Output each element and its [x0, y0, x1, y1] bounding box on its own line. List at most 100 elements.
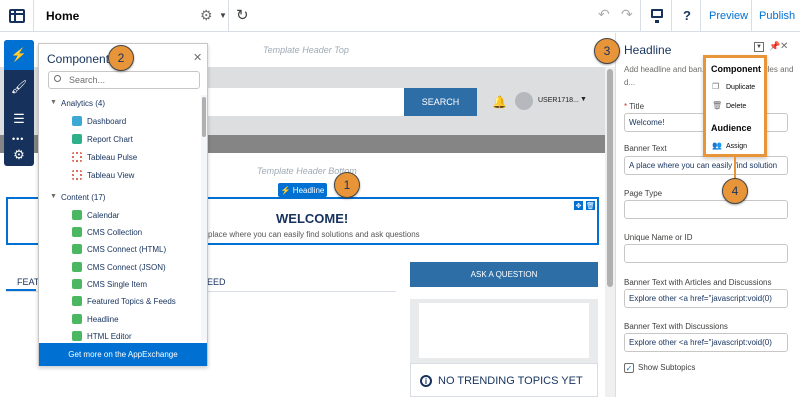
list-item-label: HTML Editor [87, 332, 132, 341]
trash-icon[interactable]: 🗑 [586, 201, 595, 210]
people-icon: 👥 [712, 141, 722, 150]
help-icon[interactable]: ? [683, 8, 691, 23]
components-panel: Components ✕ Search... ▼ Analytics (4) D… [38, 43, 208, 366]
callout-connector [734, 157, 736, 179]
tableau-icon [72, 152, 82, 162]
welcome-title: WELCOME! [276, 211, 349, 226]
cms-single-item-icon [72, 279, 82, 289]
avatar[interactable] [515, 92, 533, 110]
menu-item-assign[interactable]: 👥 Assign [706, 140, 764, 154]
chevron-down-icon[interactable]: ▼ [219, 11, 227, 20]
trash-icon: 🗑 [712, 101, 723, 110]
banner-text-discussions-field[interactable]: Explore other <a href="javascript:void(0… [624, 333, 788, 352]
chevron-down-icon[interactable]: ▼ [754, 42, 764, 52]
list-item-label: Headline [87, 315, 119, 324]
components-list: ▼ Analytics (4) Dashboard Report Chart T… [39, 95, 199, 342]
list-item-label: Dashboard [87, 117, 127, 126]
search-icon [54, 75, 61, 82]
chevron-down-icon: ▼ [50, 99, 57, 106]
list-item[interactable]: Report Chart [39, 132, 199, 148]
theme-brush-icon[interactable]: 🖌 [4, 72, 34, 102]
field-label: Banner Text with Discussions [624, 322, 728, 331]
components-search-input[interactable]: Search... [48, 71, 200, 89]
list-item-label: CMS Connect (JSON) [87, 263, 166, 272]
menu-item-delete[interactable]: 🗑 Delete [706, 100, 764, 114]
list-item[interactable]: CMS Single Item [39, 277, 199, 293]
menu-item-label: Assign [726, 143, 748, 150]
components-lightning-icon[interactable]: ⚡ [4, 40, 34, 70]
close-icon[interactable]: ✕ [780, 41, 788, 52]
checkbox-label: Show Subtopics [638, 363, 696, 372]
page-type-field[interactable] [624, 200, 788, 219]
pin-icon[interactable]: 📌 [769, 41, 780, 52]
list-item[interactable]: Tableau Pulse [39, 150, 199, 166]
list-item[interactable]: Headline [39, 312, 199, 328]
page-settings-gear-icon[interactable]: ⚙ [200, 7, 213, 24]
banner-text-articles-field[interactable]: Explore other <a href="javascript:void(0… [624, 289, 788, 308]
builder-left-rail: ⚡ 🖌 ☰ ••• ⚙ [4, 40, 34, 166]
components-scrollbar-thumb[interactable] [202, 97, 206, 137]
field-label: Unique Name or ID [624, 233, 693, 242]
callout-2: 2 [108, 45, 134, 71]
ask-question-button[interactable]: ASK A QUESTION [410, 262, 598, 287]
property-panel-title: Headline [624, 43, 672, 57]
divider [228, 0, 229, 32]
page-structure-icon[interactable]: ☰ [4, 104, 34, 134]
lightning-icon: ⚡ [280, 185, 293, 195]
user-name[interactable]: USER1718... [538, 97, 579, 104]
preview-button[interactable]: Preview [709, 10, 748, 22]
bell-icon[interactable]: 🔔 [492, 95, 507, 109]
publish-button[interactable]: Publish [759, 10, 795, 22]
list-item[interactable]: Dashboard [39, 114, 199, 130]
list-item[interactable]: CMS Collection [39, 225, 199, 241]
canvas-scrollbar-thumb[interactable] [607, 69, 613, 287]
chevron-down-icon[interactable]: ▼ [580, 96, 587, 103]
appexchange-link[interactable]: Get more on the AppExchange [39, 343, 207, 366]
list-item[interactable]: HTML Editor [39, 329, 199, 342]
menu-item-duplicate[interactable]: ❐ Duplicate [706, 81, 764, 95]
section-header-content[interactable]: ▼ Content (17) [39, 190, 199, 206]
list-item[interactable]: Calendar [39, 208, 199, 224]
section-label: Content (17) [61, 193, 106, 202]
component-action-menu: Component ❐ Duplicate 🗑 Delete Audience … [703, 55, 767, 157]
list-item[interactable]: CMS Connect (HTML) [39, 242, 199, 258]
builder-toolbar: Home ⚙ ▼ ↻ ↶ ↷ ? Preview Publish [0, 0, 800, 32]
list-item[interactable]: Tableau View [39, 168, 199, 184]
site-search-button[interactable]: SEARCH [404, 88, 477, 116]
headline-component-badge[interactable]: ⚡ Headline [278, 183, 327, 197]
cms-connect-icon [72, 244, 82, 254]
banner-text-field[interactable]: A place where you can easily find soluti… [624, 156, 788, 175]
field-label: Page Type [624, 189, 663, 198]
unique-name-field[interactable] [624, 244, 788, 263]
welcome-subtitle: place where you can easily find solution… [208, 230, 420, 239]
show-subtopics-checkbox[interactable]: ✓ [624, 363, 634, 373]
list-item[interactable]: CMS Connect (JSON) [39, 260, 199, 276]
callout-1: 1 [334, 172, 360, 198]
tab-feed[interactable]: EED [207, 277, 226, 287]
menu-header-component: Component [711, 64, 761, 74]
site-search-input[interactable] [208, 88, 404, 116]
template-header-top-label: Template Header Top [263, 45, 349, 55]
tab-featured[interactable]: FEAT [17, 277, 39, 287]
refresh-icon[interactable]: ↻ [236, 6, 249, 24]
active-tab-indicator [6, 289, 36, 291]
device-desktop-icon[interactable] [651, 9, 663, 23]
undo-icon[interactable]: ↶ [598, 6, 610, 23]
app-menu-icon[interactable] [0, 0, 34, 32]
cms-connect-icon [72, 262, 82, 272]
page-selector[interactable]: Home [46, 9, 79, 23]
featured-topics-icon [72, 296, 82, 306]
move-icon[interactable]: ✥ [574, 201, 583, 210]
calendar-icon [72, 210, 82, 220]
settings-gear-icon[interactable]: ⚙ [4, 140, 34, 170]
close-icon[interactable]: ✕ [193, 51, 202, 64]
list-item[interactable]: Featured Topics & Feeds [39, 294, 199, 310]
info-icon: i [420, 375, 432, 387]
menu-header-audience: Audience [711, 123, 752, 133]
redo-icon[interactable]: ↷ [621, 6, 633, 23]
chevron-down-icon: ▼ [50, 193, 57, 200]
section-header-analytics[interactable]: ▼ Analytics (4) [39, 96, 199, 112]
divider [700, 0, 701, 32]
field-label-text: Title [629, 102, 645, 111]
callout-4: 4 [722, 178, 748, 204]
